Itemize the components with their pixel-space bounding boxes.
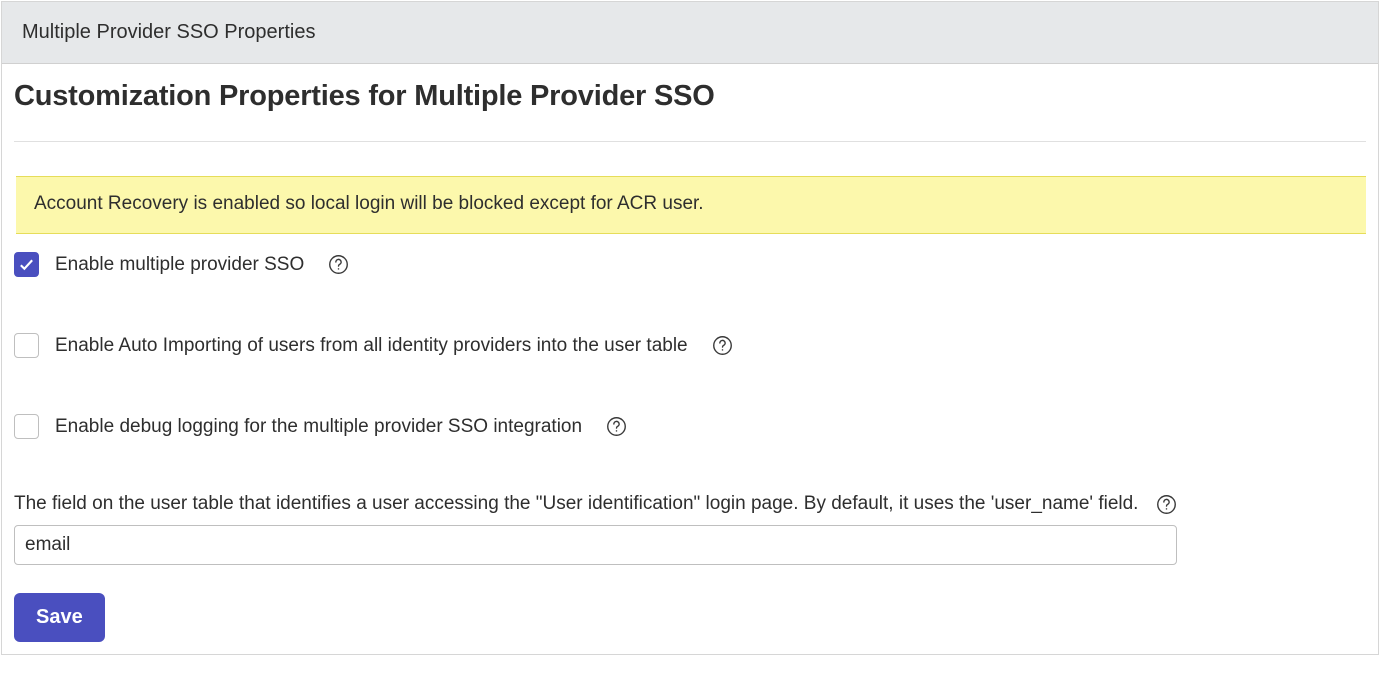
- user-field-group: The field on the user table that identif…: [14, 493, 1366, 565]
- account-recovery-alert: Account Recovery is enabled so local log…: [16, 176, 1366, 234]
- save-button[interactable]: Save: [14, 593, 105, 642]
- help-icon[interactable]: [606, 416, 627, 437]
- enable-debug-label: Enable debug logging for the multiple pr…: [55, 416, 582, 438]
- enable-auto-import-row: Enable Auto Importing of users from all …: [14, 333, 1366, 358]
- check-icon: [18, 256, 35, 273]
- divider: [14, 141, 1366, 142]
- properties-panel: Multiple Provider SSO Properties Customi…: [1, 1, 1379, 655]
- enable-sso-checkbox[interactable]: [14, 252, 39, 277]
- enable-auto-import-label: Enable Auto Importing of users from all …: [55, 335, 688, 357]
- help-icon[interactable]: [712, 335, 733, 356]
- enable-sso-row: Enable multiple provider SSO: [14, 252, 1366, 277]
- user-field-label-row: The field on the user table that identif…: [14, 493, 1366, 515]
- enable-debug-checkbox[interactable]: [14, 414, 39, 439]
- enable-auto-import-checkbox[interactable]: [14, 333, 39, 358]
- help-icon[interactable]: [328, 254, 349, 275]
- panel-header-title: Multiple Provider SSO Properties: [22, 21, 1358, 44]
- user-field-label: The field on the user table that identif…: [14, 493, 1138, 515]
- panel-body: Customization Properties for Multiple Pr…: [2, 64, 1378, 654]
- panel-header: Multiple Provider SSO Properties: [2, 2, 1378, 64]
- help-icon[interactable]: [1156, 494, 1177, 515]
- enable-debug-row: Enable debug logging for the multiple pr…: [14, 414, 1366, 439]
- user-field-input[interactable]: [14, 525, 1177, 565]
- page-title: Customization Properties for Multiple Pr…: [14, 80, 1366, 113]
- enable-sso-label: Enable multiple provider SSO: [55, 254, 304, 276]
